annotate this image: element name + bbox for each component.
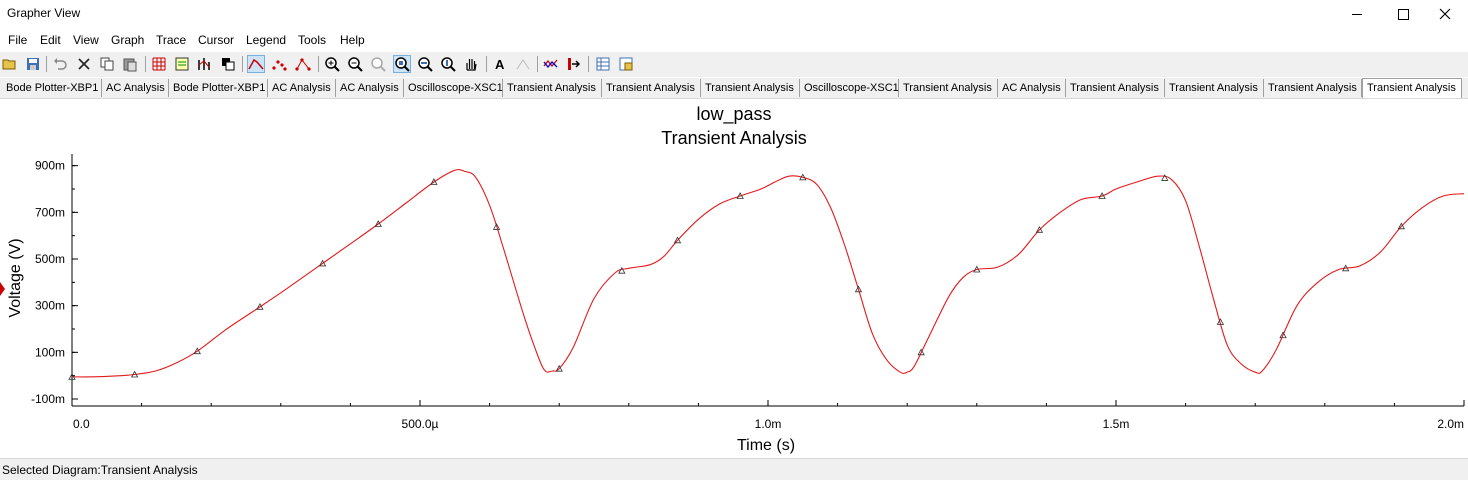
open-icon[interactable] — [1, 55, 19, 73]
separator — [145, 56, 146, 72]
chart-subtitle: Transient Analysis — [661, 128, 806, 148]
x-axis-label: Time (s) — [737, 437, 795, 454]
tab-item[interactable]: Transient Analysis — [701, 79, 800, 97]
title-bar: Grapher View — [0, 0, 1468, 28]
y-tick-label: 500m — [35, 252, 65, 266]
y-tick-label: 700m — [35, 205, 65, 219]
graph-area: low_pass Transient Analysis Time (s) Vol… — [0, 99, 1468, 455]
chart-title: low_pass — [696, 104, 771, 125]
tab-item[interactable]: Bode Plotter-XBP1 — [2, 79, 102, 97]
zoom-out-icon[interactable] — [346, 55, 364, 73]
menu-trace[interactable]: Trace — [156, 33, 186, 47]
menu-view[interactable]: View — [73, 33, 99, 47]
menu-help[interactable]: Help — [340, 33, 365, 47]
y-tick-label: -100m — [31, 392, 65, 406]
voltage-trace — [71, 169, 1465, 378]
tab-item[interactable]: Transient Analysis — [1066, 79, 1165, 97]
status-bar: Selected Diagram:Transient Analysis — [0, 458, 1468, 480]
tab-strip: Bode Plotter-XBP1 AC Analysis Bode Plotter… — [0, 78, 1468, 99]
menu-legend[interactable]: Legend — [246, 33, 286, 47]
paste-icon[interactable] — [121, 55, 139, 73]
menu-file[interactable]: File — [8, 33, 27, 47]
menu-cursor[interactable]: Cursor — [198, 33, 234, 47]
copy-icon[interactable] — [98, 55, 116, 73]
y-axis-label: Voltage (V) — [7, 238, 24, 317]
legend-icon[interactable] — [173, 55, 191, 73]
x-tick-label: 1.5m — [1103, 417, 1130, 431]
zoom-y-icon[interactable] — [439, 55, 457, 73]
tab-item[interactable]: Transient Analysis — [1264, 79, 1362, 97]
menu-bar: File Edit View Graph Trace Cursor Legend… — [0, 30, 1468, 50]
x-tick-label: 1.0m — [755, 417, 782, 431]
maximize-icon — [1397, 8, 1409, 20]
tab-item[interactable]: Bode Plotter-XBP1 — [169, 79, 268, 97]
x-tick-label: 500.0µ — [402, 417, 439, 431]
text-icon[interactable]: A — [491, 55, 509, 73]
menu-tools[interactable]: Tools — [298, 33, 326, 47]
undo-icon[interactable] — [51, 55, 69, 73]
select-curve-icon[interactable] — [247, 55, 265, 73]
tab-item[interactable]: AC Analysis — [102, 79, 169, 97]
cut-icon[interactable] — [75, 55, 93, 73]
x-tick-label: 2.0m — [1437, 417, 1464, 431]
y-tick-label: 100m — [35, 345, 65, 359]
svg-text:A: A — [495, 57, 505, 72]
minimize-icon — [1352, 13, 1362, 15]
tab-item[interactable]: Oscilloscope-XSC1 — [800, 79, 899, 97]
zoom-full-icon[interactable] — [369, 55, 387, 73]
active-trace-marker-icon[interactable] — [0, 282, 5, 296]
minimize-button[interactable] — [1334, 0, 1380, 28]
print-icon[interactable] — [617, 55, 635, 73]
x-tick-label: 0.0 — [73, 417, 90, 431]
overlay-traces-icon[interactable] — [196, 55, 214, 73]
grid-icon[interactable] — [150, 55, 168, 73]
separator — [588, 56, 589, 72]
axes: 900m 700m 500m 300m 100m -100m 0.0 500.0µ 1.0m 1.… — [31, 154, 1465, 431]
separator — [486, 56, 487, 72]
separator — [318, 56, 319, 72]
select-marks-icon[interactable] — [270, 55, 288, 73]
plot-series — [68, 169, 1465, 380]
save-icon[interactable] — [24, 55, 42, 73]
pan-icon[interactable] — [462, 55, 480, 73]
menu-edit[interactable]: Edit — [40, 33, 61, 47]
properties-icon[interactable] — [594, 55, 612, 73]
separator — [242, 56, 243, 72]
zoom-area-icon[interactable] — [393, 55, 411, 73]
tab-item[interactable]: AC Analysis — [998, 79, 1066, 97]
transient-chart[interactable]: low_pass Transient Analysis Time (s) Vol… — [0, 99, 1468, 455]
toolbar: A — [0, 52, 1468, 77]
close-icon — [1439, 8, 1451, 20]
zoom-in-icon[interactable] — [323, 55, 341, 73]
maximize-button[interactable] — [1380, 0, 1426, 28]
reverse-colors-icon[interactable] — [219, 55, 237, 73]
tab-item[interactable]: AC Analysis — [268, 79, 336, 97]
tab-item[interactable]: Transient Analysis — [503, 79, 602, 97]
y-tick-label: 900m — [35, 159, 65, 173]
window-title: Grapher View — [7, 6, 81, 20]
tab-item[interactable]: Transient Analysis — [899, 79, 998, 97]
y-tick-label: 300m — [35, 299, 65, 313]
disabled-icon[interactable] — [514, 55, 532, 73]
status-text: Selected Diagram:Transient Analysis — [2, 463, 198, 477]
export-icon[interactable] — [565, 55, 583, 73]
menu-graph[interactable]: Graph — [111, 33, 144, 47]
zoom-x-icon[interactable] — [416, 55, 434, 73]
tab-active[interactable]: Transient Analysis — [1362, 78, 1462, 98]
tab-item[interactable]: Transient Analysis — [1165, 79, 1264, 97]
tab-item[interactable]: Oscilloscope-XSC1 — [404, 79, 503, 97]
tab-item[interactable]: AC Analysis — [336, 79, 404, 97]
separator — [46, 56, 47, 72]
add-trace-icon[interactable] — [542, 55, 560, 73]
close-button[interactable] — [1422, 0, 1468, 28]
separator — [537, 56, 538, 72]
tab-item[interactable]: Transient Analysis — [602, 79, 701, 97]
select-line-marks-icon[interactable] — [294, 55, 312, 73]
